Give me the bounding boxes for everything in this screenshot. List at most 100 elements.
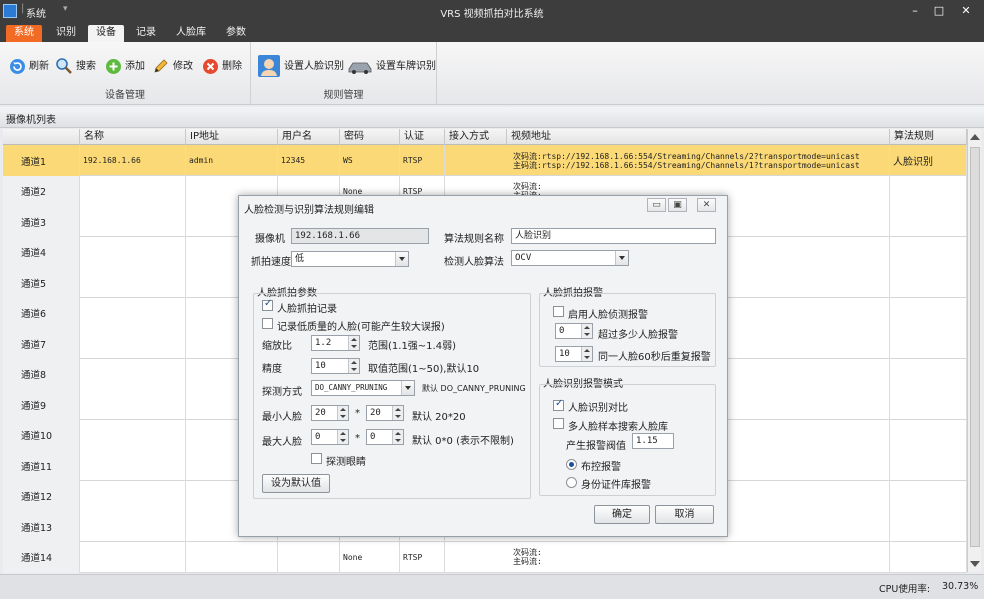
cell-name[interactable]: 通道11 <box>3 450 80 481</box>
stepper-arrows-icon[interactable] <box>337 430 348 444</box>
cell-name[interactable]: 通道4 <box>3 236 80 268</box>
cell-name[interactable]: 通道9 <box>3 389 80 420</box>
stepper-arrows-icon[interactable] <box>392 406 403 420</box>
column-header-access[interactable]: 接入方式 <box>445 129 507 145</box>
radio-id-library-alarm[interactable] <box>566 477 577 488</box>
stepper-arrows-icon[interactable] <box>581 347 592 361</box>
min-face-width-stepper[interactable]: 20 <box>311 405 349 421</box>
cell-algorithm[interactable] <box>890 511 967 542</box>
cell-name[interactable]: 通道13 <box>3 511 80 542</box>
precision-stepper[interactable]: 10 <box>311 358 360 374</box>
rule-name-input[interactable]: 人脸识别 <box>511 228 716 244</box>
cell-algorithm[interactable] <box>890 236 967 268</box>
edit-button[interactable]: 修改 <box>152 57 193 77</box>
cell-algorithm[interactable] <box>890 297 967 329</box>
set-plate-recognition-button[interactable]: 设置车牌识别 <box>347 54 436 80</box>
column-header-ip[interactable]: IP地址 <box>186 129 278 145</box>
cell-user[interactable] <box>186 541 278 573</box>
column-header-auth[interactable]: 认证 <box>400 129 445 145</box>
cell-algorithm[interactable]: 人脸识别 <box>890 145 967 176</box>
stepper-arrows-icon[interactable] <box>581 324 592 338</box>
stepper-arrows-icon[interactable] <box>348 336 359 350</box>
cell-ip[interactable] <box>80 297 186 329</box>
threshold-input[interactable]: 1.15 <box>632 433 674 449</box>
cell-algorithm[interactable] <box>890 480 967 512</box>
min-face-height-stepper[interactable]: 20 <box>366 405 404 421</box>
column-header-user[interactable]: 用户名 <box>278 129 340 145</box>
delete-button[interactable]: 删除 <box>202 57 242 77</box>
dialog-close-button[interactable]: ✕ <box>697 198 716 212</box>
cell-name[interactable]: 通道14 <box>3 541 80 573</box>
cell-algorithm[interactable] <box>890 358 967 390</box>
add-button[interactable]: 添加 <box>105 57 145 77</box>
max-face-height-stepper[interactable]: 0 <box>366 429 404 445</box>
cell-algorithm[interactable] <box>890 328 967 359</box>
cell-ip[interactable] <box>80 206 186 237</box>
tab-parameters[interactable]: 参数 <box>218 25 254 42</box>
cell-ip[interactable] <box>80 358 186 390</box>
cell-name[interactable]: 通道12 <box>3 480 80 512</box>
cell-user[interactable]: admin <box>186 145 278 176</box>
cell-password[interactable]: 12345 <box>278 145 340 176</box>
cell-name[interactable]: 通道1 <box>3 145 80 176</box>
low-quality-checkbox[interactable] <box>262 318 273 329</box>
multi-sample-checkbox[interactable] <box>553 418 564 429</box>
scroll-up-icon[interactable] <box>970 134 980 140</box>
detect-algorithm-select[interactable]: OCV <box>511 250 629 266</box>
cell-ip[interactable] <box>80 236 186 268</box>
cell-ip[interactable] <box>80 175 186 207</box>
enable-alarm-checkbox[interactable] <box>553 306 564 317</box>
column-header-password[interactable]: 密码 <box>340 129 400 145</box>
cell-ip[interactable] <box>80 480 186 512</box>
cell-ip[interactable]: 192.168.1.66 <box>80 145 186 176</box>
capture-record-checkbox[interactable] <box>262 298 273 311</box>
cell-ip[interactable] <box>80 389 186 420</box>
stepper-arrows-icon[interactable] <box>392 430 403 444</box>
dialog-restore-button[interactable]: ▣ <box>668 198 687 212</box>
scroll-thumb[interactable] <box>970 147 980 547</box>
cell-algorithm[interactable] <box>890 450 967 481</box>
column-header-video-url[interactable]: 视频地址 <box>507 129 890 145</box>
cell-access[interactable]: RTSP <box>400 541 445 573</box>
maximize-button[interactable]: □ <box>928 2 950 20</box>
ok-button[interactable]: 确定 <box>594 505 650 524</box>
cell-algorithm[interactable] <box>890 175 967 207</box>
capture-speed-select[interactable]: 低 <box>291 251 409 267</box>
cell-name[interactable]: 通道2 <box>3 175 80 207</box>
column-header-algorithm[interactable]: 算法规则 <box>890 129 967 145</box>
table-row[interactable]: 通道1 192.168.1.66 admin 12345 WS RTSP 次码流:rtsp:… <box>3 145 967 176</box>
cancel-button[interactable]: 取消 <box>655 505 714 524</box>
cell-name[interactable]: 通道8 <box>3 358 80 390</box>
cell-auth[interactable]: WS <box>340 145 400 176</box>
tab-face-library[interactable]: 人脸库 <box>168 25 214 42</box>
minimize-button[interactable]: – <box>904 2 926 20</box>
stepper-arrows-icon[interactable] <box>348 359 359 373</box>
detect-eyes-checkbox[interactable] <box>311 453 322 464</box>
cell-ip[interactable] <box>80 328 186 359</box>
cell-algorithm[interactable] <box>890 389 967 420</box>
cell-ip[interactable] <box>80 450 186 481</box>
stepper-arrows-icon[interactable] <box>337 406 348 420</box>
cell-algorithm[interactable] <box>890 267 967 298</box>
alarm-count-stepper[interactable]: 0 <box>555 323 593 339</box>
cell-algorithm[interactable] <box>890 419 967 451</box>
cell-algorithm[interactable] <box>890 541 967 573</box>
cell-access[interactable]: RTSP <box>400 145 445 176</box>
tab-device[interactable]: 设备 <box>88 25 124 42</box>
cell-name[interactable]: 通道7 <box>3 328 80 359</box>
max-face-width-stepper[interactable]: 0 <box>311 429 349 445</box>
set-default-button[interactable]: 设为默认值 <box>262 474 330 493</box>
tab-recognition[interactable]: 识别 <box>48 25 84 42</box>
cell-video-url[interactable]: 次码流:主码流: <box>507 541 890 573</box>
cell-password[interactable] <box>278 541 340 573</box>
tab-system[interactable]: 系统 <box>6 25 42 42</box>
cell-name[interactable]: 通道10 <box>3 419 80 451</box>
tab-records[interactable]: 记录 <box>128 25 164 42</box>
cell-algorithm[interactable] <box>890 206 967 237</box>
table-row[interactable]: 通道14 None RTSP 次码流: 主码流: <box>3 541 967 573</box>
scroll-down-icon[interactable] <box>970 561 980 567</box>
cell-ip[interactable] <box>80 511 186 542</box>
dialog-minimize-button[interactable]: ▭ <box>647 198 666 212</box>
refresh-button[interactable]: 刷新 <box>9 57 49 77</box>
cell-ip[interactable] <box>80 267 186 298</box>
